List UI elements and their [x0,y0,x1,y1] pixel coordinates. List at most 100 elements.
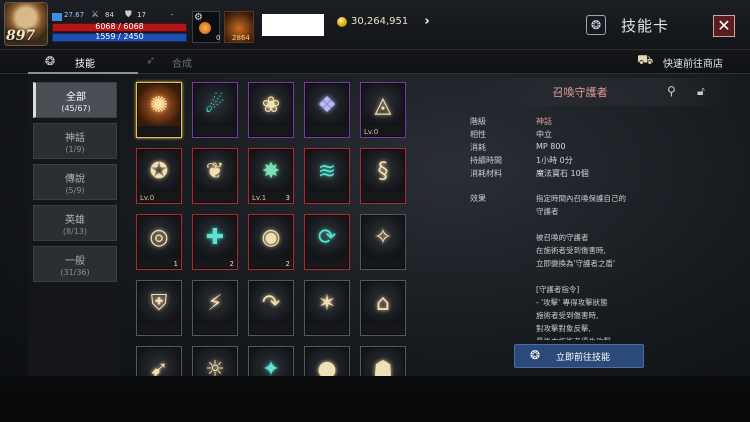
skill-card[interactable]: ⟳ [304,214,350,270]
skill-card-level: Lv.0 [364,128,379,136]
skill-card[interactable]: ✸ Lv.1 3 [248,148,294,204]
category-label: 神話 [65,133,85,144]
quick-shop-link[interactable]: 快速前往商店 [663,55,723,70]
skill-card-footer [194,126,236,136]
skill-card-art-icon: ❖ [306,84,348,126]
skill-card[interactable]: ☼ [192,346,238,376]
skill-card-art-icon: ⚡ [194,282,236,324]
skill-card[interactable]: ↷ [248,280,294,336]
tab-synth-label[interactable]: 合成 [172,55,192,70]
category-legend[interactable]: 傳說 (5/9) [33,164,117,200]
skill-card-art-icon: ⌂ [362,282,404,324]
skill-card[interactable]: ◎ 1 [136,214,182,270]
category-count: (1/9) [65,145,85,154]
skill-card-level: Lv.0 [140,194,155,202]
skill-card[interactable]: ⛨ [136,280,182,336]
skill-card-count: 2 [285,260,290,268]
detail-value-material: 魔法寶石 10個 [536,169,589,178]
skill-card[interactable]: ● [304,346,350,376]
category-hero[interactable]: 英雄 (8/13) [33,205,117,241]
detail-label-material: 消耗材料 [470,169,502,178]
skill-card[interactable]: ◬ Lv.0 [360,82,406,138]
detail-value-cost: MP 800 [536,142,566,151]
shield-icon: ⛊ [125,10,132,20]
skill-card-count: 3 [285,194,290,202]
defense-value: 17 [137,11,146,19]
skill-card-art-icon: ✶ [306,282,348,324]
go-to-skill-label[interactable]: 立即前往技能 [556,350,610,363]
skill-card[interactable]: ✶ [304,280,350,336]
skill-card-art-icon: ◉ [250,216,292,258]
hp-text: 6068 / 6068 [95,22,144,31]
mp-text: 1559 / 2450 [95,32,144,41]
lock-icon[interactable]: 🔓︎ [697,84,705,99]
skill-card[interactable]: ◉ 2 [248,214,294,270]
skill-card[interactable]: ❀ [248,82,294,138]
skill-card-art-icon: ● [306,348,348,376]
detail-label-effect: 效果 [470,194,486,203]
skill-card-count: 1 [173,260,178,268]
skill-card-art-icon: ◎ [138,216,180,258]
detail-effect-text[interactable]: 指定時間內召喚保護自己的 守護者 被召喚的守護者 在施術者受到傷害時, 立即變換… [536,192,686,340]
skill-card-art-icon: § [362,150,404,192]
detail-value-grade: 神話 [536,117,552,126]
skill-card[interactable]: ☄ [192,82,238,138]
skill-card[interactable]: § [360,148,406,204]
skill-icon: ❂ [45,54,56,68]
chevron-right-icon[interactable]: › [418,12,436,32]
skill-card[interactable]: ✺ [136,82,182,138]
skill-card-art-icon: ⛨ [138,282,180,324]
skill-card[interactable]: ❦ [192,148,238,204]
skill-card-footer [362,324,404,334]
skill-card[interactable]: ⌂ [360,280,406,336]
player-level: 897 [6,28,36,44]
skill-card-footer [194,192,236,202]
skill-card[interactable]: ⚡ [192,280,238,336]
skill-card-level: Lv.1 [252,194,267,202]
category-count: (8/13) [62,227,88,236]
skill-card[interactable]: ≋ [304,148,350,204]
shop-icon[interactable]: ⛟ [637,53,653,70]
page-title: 技能卡 [621,17,670,35]
category-normal[interactable]: 一般 (31/36) [33,246,117,282]
gear-icon[interactable]: ⚙ [194,12,203,23]
potion-count: 0 [216,34,221,42]
close-button[interactable]: ✕ [713,15,735,37]
skill-name: 召喚守護者 [552,86,608,99]
search-icon[interactable]: ⚲ [667,84,676,98]
skill-card-art-icon: ☄ [194,84,236,126]
gold-coin-icon [337,17,347,27]
tab-skill-label: 技能 [75,59,95,70]
potion-icon [199,22,211,34]
category-count: (31/36) [60,268,90,277]
skill-card[interactable]: ✦ [248,346,294,376]
category-myth[interactable]: 神話 (1/9) [33,123,117,159]
category-label: 一般 [65,256,85,267]
skill-card-footer [194,324,236,334]
skill-card[interactable]: ✧ [360,214,406,270]
skill-card[interactable]: ➹ [136,346,182,376]
item-count: 2864 [232,34,250,42]
skill-card[interactable]: ✪ Lv.0 [136,148,182,204]
category-count: (45/67) [61,104,91,113]
skill-card-footer [362,192,404,202]
category-panel: 全部 (45/67) 神話 (1/9) 傳說 (5/9) 英雄 (8/13) 一… [28,76,120,376]
sword-icon: ⚔ [91,10,100,20]
synth-icon[interactable]: ➶ [146,54,155,67]
detail-label-affinity: 相性 [470,130,486,139]
skill-card-art-icon: ❦ [194,150,236,192]
skill-card[interactable]: ✚ 2 [192,214,238,270]
skill-card-footer [306,258,348,268]
skill-card-footer [138,324,180,334]
skill-card-art-icon: ≋ [306,150,348,192]
skill-card-art-icon: ↷ [250,282,292,324]
detail-value-duration: 1小時 0分 [536,156,573,165]
skill-card[interactable]: ❖ [304,82,350,138]
category-label: 英雄 [65,215,85,226]
category-all[interactable]: 全部 (45/67) [33,82,117,118]
skill-card-footer [250,126,292,136]
skill-card-footer [306,324,348,334]
skill-card-art-icon: ✸ [250,150,292,192]
skill-card[interactable]: ☗ [360,346,406,376]
detail-value-affinity: 中立 [536,130,552,139]
